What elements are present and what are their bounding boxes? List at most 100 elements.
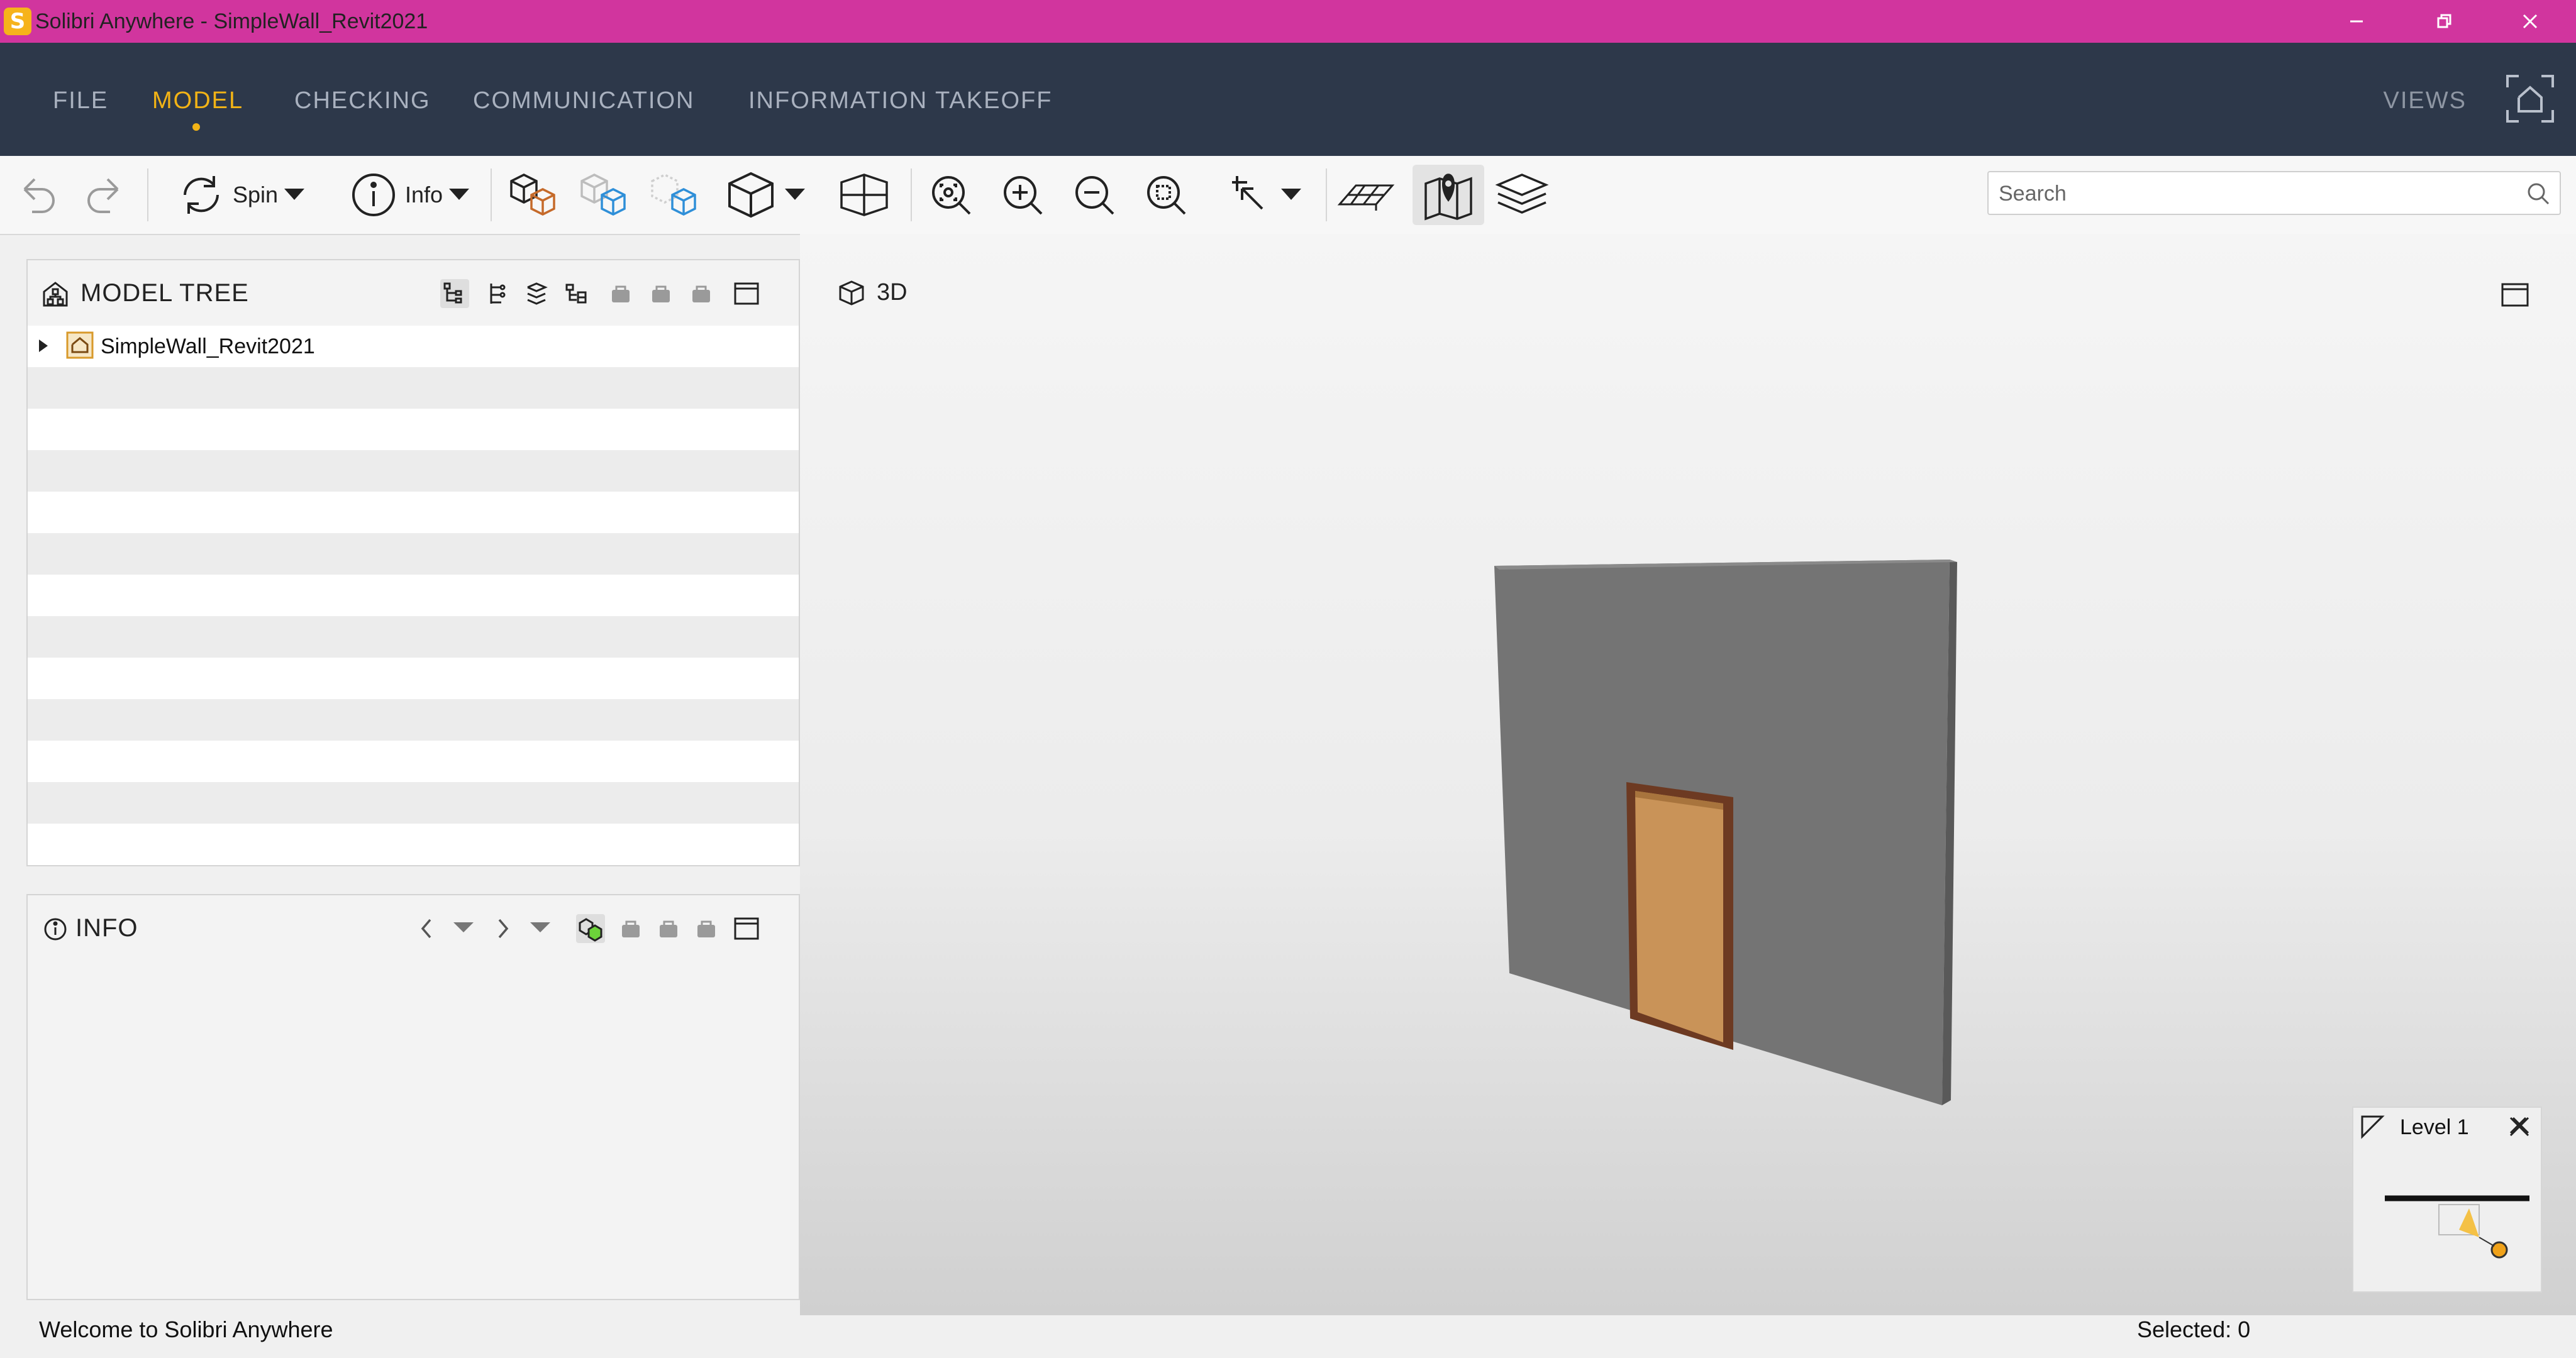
select-tool-button[interactable]: [1213, 165, 1313, 225]
model-tree-panel: MODEL TREE SimpleWall_Revit2021: [26, 259, 800, 866]
basket-add-button[interactable]: [606, 279, 635, 308]
previous-button[interactable]: [413, 914, 441, 943]
grid-button[interactable]: [1335, 165, 1397, 225]
next-button[interactable]: [488, 914, 517, 943]
isolate-cubes-icon: [580, 174, 626, 216]
search-box: [1987, 171, 2561, 215]
tree-disciplines-button[interactable]: [482, 279, 511, 308]
map-location-button[interactable]: [1413, 165, 1484, 225]
basket-set-button[interactable]: [692, 914, 721, 943]
cubes-icon: [510, 174, 555, 216]
chevron-down-icon: [785, 189, 805, 200]
floor-edit-icon[interactable]: [2360, 1114, 2385, 1139]
chevron-left-icon: [421, 919, 431, 939]
zoom-fit-button[interactable]: [924, 165, 977, 225]
isolate-button[interactable]: [574, 165, 634, 225]
tree-row: [28, 782, 799, 824]
floor-level-label: Level 1: [2400, 1115, 2469, 1139]
tree-floors-button[interactable]: [522, 279, 551, 308]
app-logo: S: [4, 8, 31, 35]
expand-arrow-icon[interactable]: [39, 340, 48, 352]
show-all-button[interactable]: [503, 165, 564, 225]
tree-row: [28, 409, 799, 450]
minimize-icon: [2350, 20, 2363, 23]
tree-row: [28, 492, 799, 533]
view-mode-button[interactable]: [721, 165, 809, 225]
restore-button[interactable]: [2410, 0, 2479, 43]
history-forward-dropdown[interactable]: [526, 914, 555, 943]
layers-icon: [1495, 174, 1549, 214]
chevron-down-icon: [453, 922, 474, 932]
minimize-button[interactable]: [2322, 0, 2391, 43]
basket-add-button[interactable]: [616, 914, 645, 943]
chevron-down-icon: [1281, 189, 1301, 200]
status-message: Welcome to Solibri Anywhere: [39, 1317, 333, 1342]
tree-row: [28, 450, 799, 492]
maximize-icon: [734, 282, 759, 305]
selected-count: Selected: 0: [2137, 1317, 2251, 1342]
selection-info-button[interactable]: [576, 914, 605, 943]
basket-icon: [652, 285, 670, 302]
tree-row[interactable]: SimpleWall_Revit2021: [28, 326, 799, 367]
floor-plan-widget: Level 1: [2352, 1107, 2542, 1293]
tree-hierarchy-button[interactable]: [440, 279, 469, 308]
info-button[interactable]: Info: [337, 165, 482, 225]
tree-row: [28, 367, 799, 409]
home-view-button[interactable]: [2502, 70, 2558, 127]
basket-icon: [697, 920, 715, 937]
menu-file[interactable]: FILE: [53, 43, 108, 156]
close-icon[interactable]: [2507, 1114, 2532, 1139]
wall-model[interactable]: [1484, 553, 1962, 1119]
undo-button[interactable]: [11, 165, 64, 225]
door[interactable]: [1626, 782, 1733, 1050]
tree-row: [28, 616, 799, 658]
tree-floors-icon: [527, 282, 548, 305]
maximize-icon[interactable]: [2501, 282, 2529, 308]
grid-plane-icon: [1337, 184, 1395, 211]
spin-button[interactable]: Spin: [169, 165, 313, 225]
views-label[interactable]: VIEWS: [2384, 43, 2467, 156]
zoom-selection-button[interactable]: [1140, 165, 1192, 225]
section-box-button[interactable]: [834, 165, 894, 225]
basket-remove-button[interactable]: [647, 279, 675, 308]
tree-row: [28, 658, 799, 699]
redo-button[interactable]: [78, 165, 131, 225]
undo-icon: [23, 178, 55, 213]
close-window-button[interactable]: [2496, 0, 2565, 43]
basket-remove-button[interactable]: [654, 914, 683, 943]
maximize-icon: [734, 917, 759, 940]
search-icon[interactable]: [2526, 181, 2551, 206]
hide-button[interactable]: [644, 165, 704, 225]
maximize-panel-button[interactable]: [732, 279, 761, 308]
chevron-down-icon: [449, 189, 470, 200]
layers-button[interactable]: [1492, 165, 1552, 225]
model-tree-icon: [43, 282, 68, 307]
chevron-down-icon: [284, 189, 305, 200]
basket-set-button[interactable]: [687, 279, 716, 308]
zoom-in-button[interactable]: [996, 165, 1049, 225]
cube-icon: [839, 280, 864, 306]
menu-communication[interactable]: COMMUNICATION: [473, 43, 695, 156]
tree-components-button[interactable]: [562, 279, 591, 308]
window-title: Solibri Anywhere - SimpleWall_Revit2021: [35, 9, 428, 33]
close-icon: [2523, 14, 2538, 29]
zoom-out-icon: [1075, 176, 1114, 215]
info-icon: [352, 174, 395, 216]
redo-icon: [87, 178, 119, 213]
history-back-dropdown[interactable]: [449, 914, 478, 943]
maximize-panel-button[interactable]: [732, 914, 761, 943]
zoom-out-button[interactable]: [1068, 165, 1121, 225]
tree-hierarchy-icon: [443, 282, 462, 304]
search-input[interactable]: [1997, 172, 2516, 215]
menu-information-takeoff[interactable]: INFORMATION TAKEOFF: [748, 43, 1052, 156]
menu-model[interactable]: MODEL: [152, 43, 243, 156]
chevron-down-icon: [530, 922, 550, 932]
menu-checking[interactable]: CHECKING: [294, 43, 431, 156]
restore-icon: [2437, 14, 2451, 28]
hide-cubes-icon: [651, 174, 696, 216]
tree-node-label: SimpleWall_Revit2021: [101, 334, 315, 358]
floor-plan-graphic[interactable]: [2385, 1183, 2529, 1265]
home-view-icon: [2506, 75, 2554, 123]
tree-disciplines-icon: [490, 284, 506, 304]
basket-icon: [692, 285, 710, 302]
